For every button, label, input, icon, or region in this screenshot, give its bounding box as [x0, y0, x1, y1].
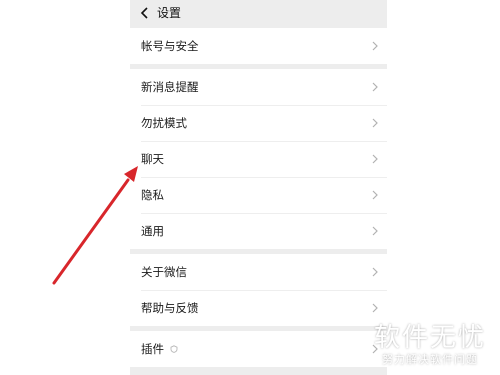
chevron-right-icon	[372, 267, 378, 277]
chevron-right-icon	[372, 303, 378, 313]
watermark: 软件无忧 努力解决软件问题	[374, 323, 486, 367]
settings-item-chat[interactable]: 聊天	[130, 141, 387, 177]
watermark-title: 软件无忧	[373, 323, 486, 353]
group-about: 关于微信 帮助与反馈	[130, 254, 387, 326]
settings-item-about-wechat[interactable]: 关于微信	[130, 254, 387, 290]
chevron-right-icon	[372, 118, 378, 128]
settings-item-account-security[interactable]: 帐号与安全	[130, 28, 387, 64]
settings-item-help-feedback[interactable]: 帮助与反馈	[130, 290, 387, 326]
group-account: 帐号与安全	[130, 28, 387, 64]
nav-header: 设置	[130, 0, 387, 27]
chevron-right-icon	[372, 226, 378, 236]
settings-item-label: 新消息提醒	[141, 80, 199, 94]
chevron-right-icon	[372, 154, 378, 164]
settings-item-label: 帮助与反馈	[141, 301, 199, 315]
settings-screen: 设置 帐号与安全 新消息提醒 勿扰模式 聊天 隐私 通用 关于微信 帮助与反馈 …	[130, 0, 387, 375]
chevron-right-icon	[372, 190, 378, 200]
settings-item-new-message-alerts[interactable]: 新消息提醒	[130, 69, 387, 105]
watermark-subtitle: 努力解决软件问题	[381, 353, 478, 366]
settings-item-label: 聊天	[141, 152, 164, 166]
group-plugins: 插件	[130, 331, 387, 367]
settings-item-label: 勿扰模式	[141, 116, 187, 130]
page-title: 设置	[157, 6, 182, 20]
settings-item-label: 隐私	[141, 188, 164, 202]
back-icon[interactable]	[138, 6, 152, 20]
settings-item-plugins[interactable]: 插件	[130, 331, 387, 367]
chevron-right-icon	[372, 41, 378, 51]
settings-item-general[interactable]: 通用	[130, 213, 387, 249]
group-general: 新消息提醒 勿扰模式 聊天 隐私 通用	[130, 69, 387, 249]
chevron-right-icon	[372, 82, 378, 92]
settings-item-label: 通用	[141, 224, 164, 238]
plugin-icon	[170, 345, 178, 353]
settings-item-label: 帐号与安全	[141, 39, 199, 53]
settings-item-do-not-disturb[interactable]: 勿扰模式	[130, 105, 387, 141]
settings-item-label: 插件	[141, 342, 164, 356]
settings-item-label: 关于微信	[141, 265, 187, 279]
settings-item-privacy[interactable]: 隐私	[130, 177, 387, 213]
